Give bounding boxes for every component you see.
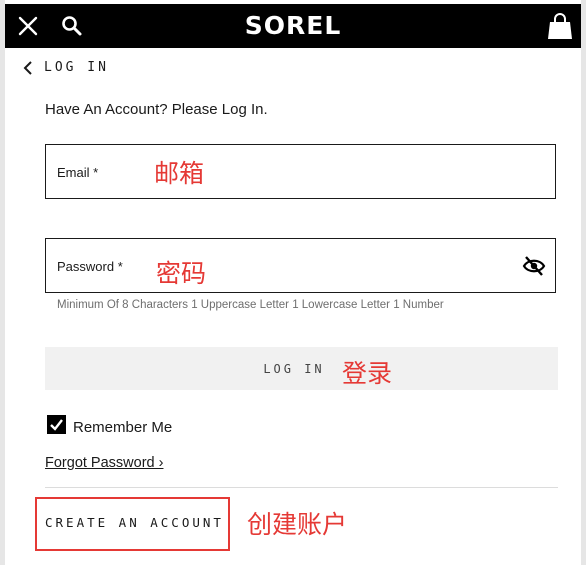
right-border	[581, 0, 586, 565]
shopping-bag-icon[interactable]	[547, 12, 573, 40]
password-hint: Minimum Of 8 Characters 1 Uppercase Lett…	[57, 299, 444, 311]
brand-logo[interactable]: SOREL	[5, 11, 581, 40]
back-label: LOG IN	[44, 60, 109, 75]
left-border	[0, 0, 5, 565]
remember-me[interactable]: Remember Me	[47, 413, 172, 436]
login-annotation: 登录	[342, 359, 393, 388]
login-button-label: LOG IN	[263, 361, 325, 376]
forgot-password-link[interactable]: Forgot Password ›	[45, 455, 163, 471]
checkmark-icon	[50, 419, 63, 431]
password-field[interactable]: Password *	[45, 238, 556, 293]
chevron-left-icon	[23, 60, 32, 75]
remember-me-label: Remember Me	[73, 419, 173, 436]
email-field[interactable]: Email *	[45, 144, 556, 199]
password-annotation: 密码	[156, 259, 207, 288]
email-label: Email *	[57, 165, 99, 180]
login-button[interactable]: LOG IN	[45, 347, 558, 390]
hide-password-icon[interactable]	[522, 255, 546, 277]
page-intro: Have An Account? Please Log In.	[45, 101, 268, 118]
create-account-annotation: 创建账户	[247, 510, 348, 539]
password-label: Password *	[57, 259, 123, 274]
header-bar: SOREL	[5, 4, 581, 48]
divider	[45, 487, 558, 488]
email-annotation: 邮箱	[154, 159, 205, 188]
remember-me-checkbox[interactable]	[47, 415, 66, 434]
create-account-link[interactable]: CREATE AN ACCOUNT	[45, 515, 224, 530]
back-link[interactable]: LOG IN	[22, 60, 109, 75]
